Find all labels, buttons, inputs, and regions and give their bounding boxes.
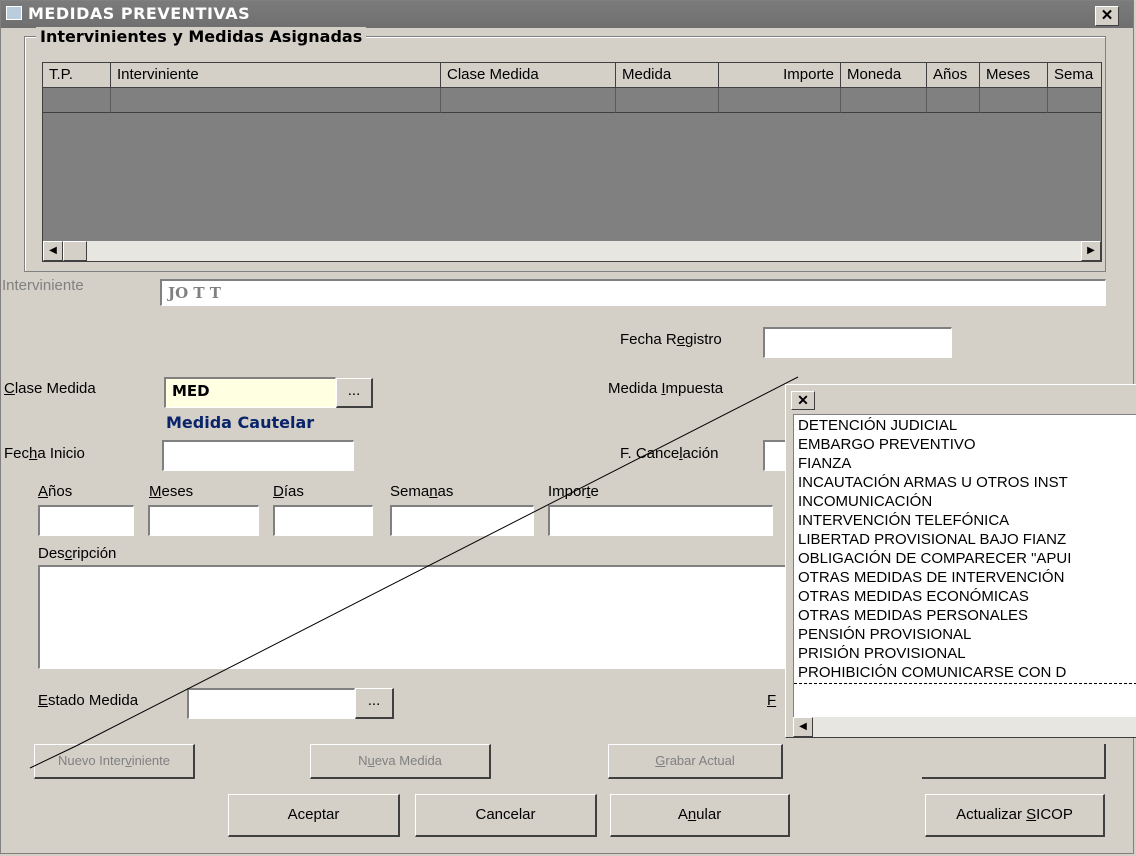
list-item[interactable]: OTRAS MEDIDAS ECONÓMICAS [798, 587, 1029, 606]
list-item[interactable]: LIBERTAD PROVISIONAL BAJO FIANZ [798, 530, 1066, 549]
list-item[interactable]: INCAUTACIÓN ARMAS U OTROS INST [798, 473, 1068, 492]
list-item[interactable]: DETENCIÓN JUDICIAL [798, 416, 957, 435]
list-item[interactable]: EMBARGO PREVENTIVO [798, 435, 976, 454]
list-item[interactable]: INCOMUNICACIÓN [798, 492, 932, 511]
list-item[interactable]: OTRAS MEDIDAS PERSONALES [798, 606, 1028, 625]
list-item[interactable]: PROHIBICIÓN COMUNICARSE CON D [798, 663, 1066, 682]
list-item[interactable]: FIANZA [798, 454, 851, 473]
scroll-left-icon[interactable]: ◀ [793, 717, 813, 737]
dropdown-horizontal-scrollbar[interactable]: ◀ [793, 717, 1136, 737]
list-item[interactable]: PENSIÓN PROVISIONAL [798, 625, 971, 644]
list-item[interactable]: PRISIÓN PROVISIONAL [798, 644, 966, 663]
dropdown-close-button[interactable]: ✕ [791, 391, 815, 410]
list-item[interactable]: OTRAS MEDIDAS DE INTERVENCIÓN [798, 568, 1064, 587]
list-item-partial[interactable] [794, 683, 1136, 690]
list-item[interactable]: INTERVENCIÓN TELEFÓNICA [798, 511, 1009, 530]
medida-list[interactable]: DETENCIÓN JUDICIAL EMBARGO PREVENTIVO FI… [793, 414, 1136, 717]
list-item[interactable]: OBLIGACIÓN DE COMPARECER "APUI [798, 549, 1071, 568]
